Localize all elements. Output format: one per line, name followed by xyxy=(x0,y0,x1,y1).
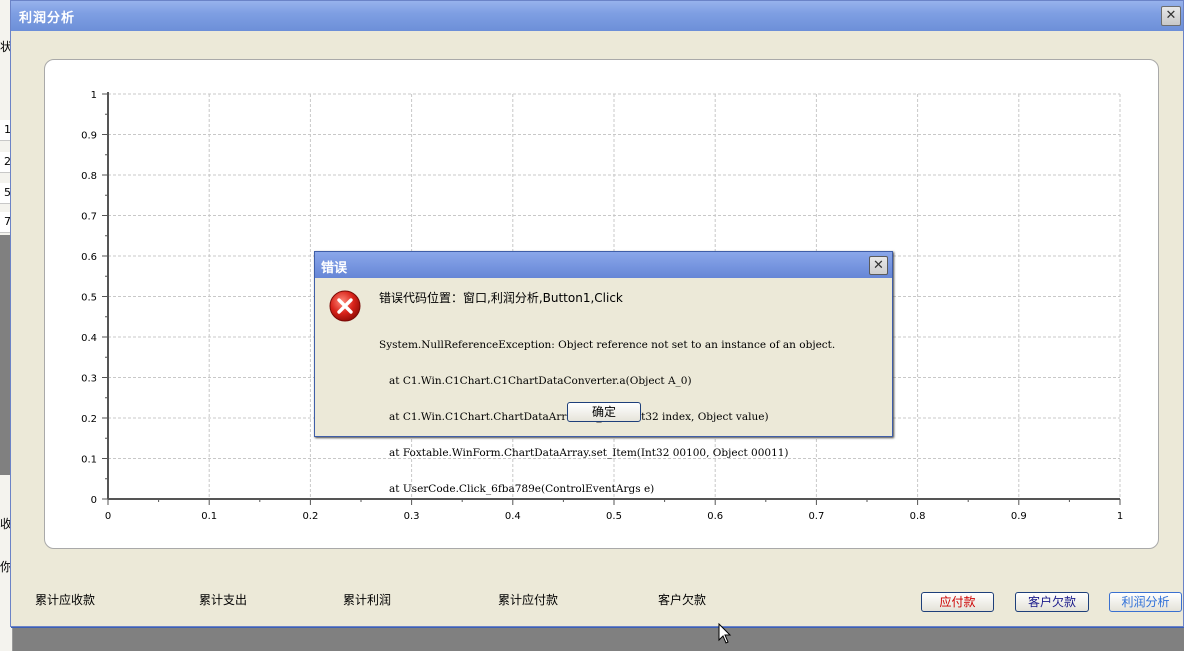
y-tick-label: 0.4 xyxy=(81,333,97,344)
mouse-cursor-icon xyxy=(718,623,732,644)
window-close-button[interactable]: ✕ xyxy=(1161,6,1181,26)
x-tick-label: 0 xyxy=(105,511,111,522)
payable-button[interactable]: 应付款 xyxy=(921,592,994,612)
dialog-close-button[interactable]: ✕ xyxy=(869,256,888,275)
x-tick-label: 0.8 xyxy=(910,511,926,522)
detail-line: System.NullReferenceException: Object re… xyxy=(379,339,836,351)
detail-line: at UserCode.Click_6fba789e(ControlEventA… xyxy=(379,483,655,495)
dialog-title: 错误 xyxy=(321,261,348,276)
detail-line: at Foxtable.WinForm.ChartDataArray.set_I… xyxy=(379,447,789,459)
y-tick-label: 0.5 xyxy=(81,293,97,304)
y-tick-label: 0.7 xyxy=(81,212,97,223)
y-tick-label: 0.9 xyxy=(81,131,97,142)
y-tick-label: 0.2 xyxy=(81,414,97,425)
window-title: 利润分析 xyxy=(19,11,76,26)
y-tick-label: 0 xyxy=(91,495,97,506)
ok-button[interactable]: 确定 xyxy=(567,402,641,422)
summary-label-customer-debt: 客户欠款 xyxy=(658,593,707,607)
dialog-error-location: 错误代码位置：窗口,利润分析,Button1,Click xyxy=(379,291,623,305)
profit-analysis-button[interactable]: 利润分析 xyxy=(1109,592,1182,612)
error-dialog: 错误 ✕ 错误代码位置：窗口,利润分析,Button1,Click System… xyxy=(314,251,893,495)
x-tick-label: 1 xyxy=(1117,511,1123,522)
x-tick-label: 0.9 xyxy=(1011,511,1027,522)
x-tick-label: 0.2 xyxy=(302,511,318,522)
summary-label-payable: 累计应付款 xyxy=(498,593,559,607)
y-tick-label: 0.8 xyxy=(81,171,97,182)
y-tick-label: 0.6 xyxy=(81,252,97,263)
error-x-icon xyxy=(329,290,361,322)
customer-debt-button[interactable]: 客户欠款 xyxy=(1015,592,1089,612)
y-tick-label: 0.3 xyxy=(81,374,97,385)
window-title-bar[interactable]: 利润分析 ✕ xyxy=(11,1,1183,31)
x-tick-label: 0.1 xyxy=(201,511,217,522)
dialog-title-bar[interactable]: 错误 ✕ xyxy=(315,252,892,278)
summary-label-profit: 累计利润 xyxy=(343,593,392,607)
detail-line: at C1.Win.C1Chart.C1ChartDataConverter.a… xyxy=(379,375,692,387)
y-tick-label: 0.1 xyxy=(81,455,97,466)
summary-label-receivable: 累计应收款 xyxy=(35,593,96,607)
y-tick-label: 1 xyxy=(91,90,97,101)
close-icon: ✕ xyxy=(873,258,884,273)
close-icon: ✕ xyxy=(1165,8,1177,23)
summary-label-expense: 累计支出 xyxy=(199,593,248,607)
